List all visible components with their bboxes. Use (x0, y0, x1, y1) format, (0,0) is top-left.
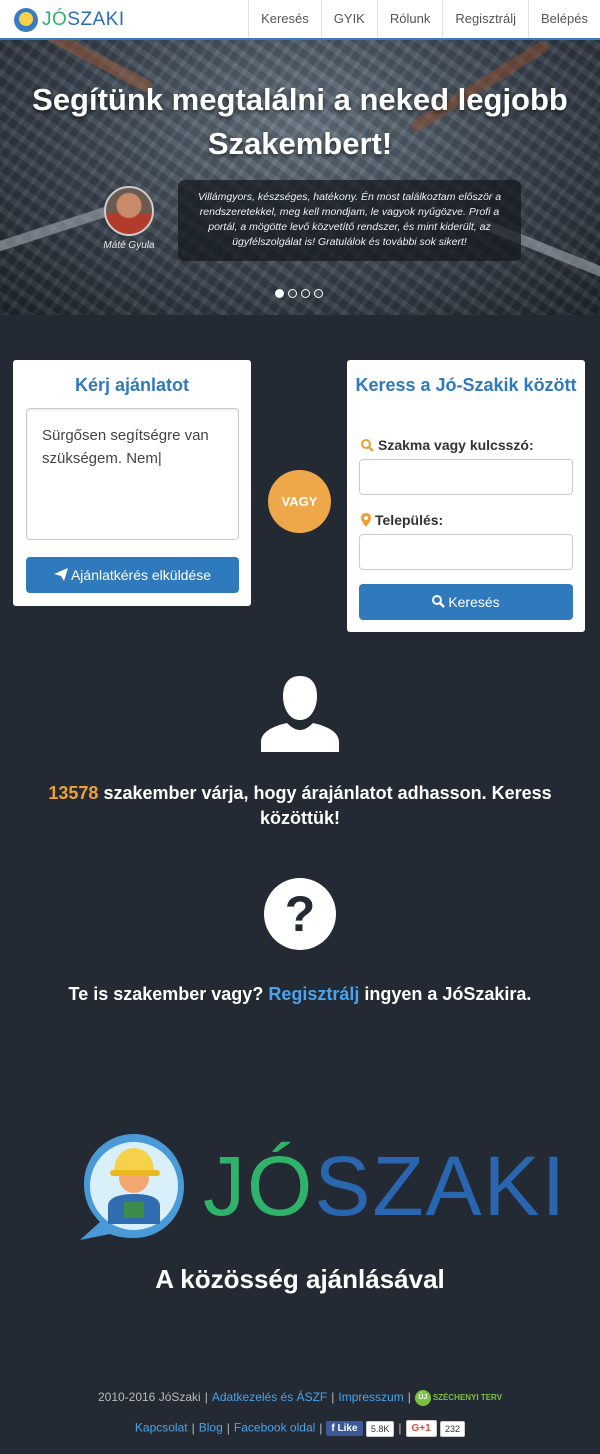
register-suffix: ingyen a JóSzakira. (359, 984, 532, 1004)
city-label: Település: (361, 512, 443, 528)
search-card-title: Keress a Jó-Szakik között (355, 375, 577, 395)
nav-item-gyik[interactable]: GYIK (320, 0, 377, 38)
google-plus-button[interactable]: G+1 (405, 1420, 437, 1437)
keyword-input[interactable] (359, 459, 573, 495)
facebook-like-label: Like (337, 1423, 358, 1434)
register-link[interactable]: Regisztrálj (268, 984, 359, 1004)
keyword-label: Szakma vagy kulcsszó: (361, 437, 534, 453)
specialist-count: 13578 (48, 783, 99, 803)
footer-link-blog[interactable]: Blog (199, 1421, 223, 1435)
register-prefix: Te is szakember vagy? (68, 984, 269, 1004)
search-button[interactable]: Keresés (359, 584, 573, 620)
worker-mascot-icon (80, 1134, 184, 1240)
send-request-label: Ajánlatkérés elküldése (70, 567, 212, 583)
request-offer-card: Kérj ajánlatot Sürgősen segítségre van s… (13, 360, 251, 606)
logo-icon (14, 8, 38, 32)
hero-title: Segítünk megtalálni a neked legjobb Szak… (32, 82, 568, 161)
carousel-indicators (275, 289, 323, 298)
carousel-dot[interactable] (301, 289, 310, 298)
city-label-text: Település: (375, 512, 444, 528)
map-marker-icon (361, 513, 371, 527)
testimonial-quote: Villámgyors, készséges, hatékony. Én mos… (178, 180, 521, 261)
stats-text: 13578 szakember várja, hogy árajánlatot … (20, 781, 580, 831)
search-card: Keress a Jó-Szakik között Szakma vagy ku… (347, 360, 585, 632)
nav-item-regisztralj[interactable]: Regisztrálj (442, 0, 528, 38)
search-icon (432, 595, 446, 608)
szechenyi-logo-icon: ÚJ (414, 1390, 431, 1406)
szechenyi-text: SZÉCHENYI TERV (432, 1393, 503, 1403)
site-logo[interactable]: JÓSZAKI (14, 7, 125, 33)
facebook-like-button[interactable]: f Like (326, 1421, 363, 1436)
request-card-title: Kérj ajánlatot (74, 375, 190, 395)
copyright: 2010-2016 JóSzaki (97, 1390, 201, 1405)
carousel-dot[interactable] (314, 289, 323, 298)
question-icon: ? (264, 878, 336, 950)
hero-carousel: Segítünk megtalálni a neked legjobb Szak… (0, 40, 600, 315)
nav-item-rolunk[interactable]: Rólunk (376, 0, 442, 38)
request-textarea[interactable]: Sürgősen segítségre van szükségem. Nem| (26, 408, 239, 540)
send-request-button[interactable]: Ajánlatkérés elküldése (26, 557, 239, 593)
footer-link-contact[interactable]: Kapcsolat (135, 1421, 188, 1435)
big-logo-text: JÓSZAKI (203, 1139, 568, 1233)
main-nav: Keresés GYIK Rólunk Regisztrálj Belépés (248, 0, 600, 38)
nav-item-kereses[interactable]: Keresés (248, 0, 321, 38)
nav-item-belepes[interactable]: Belépés (528, 0, 600, 38)
carousel-dot[interactable] (275, 289, 284, 298)
register-prompt: Te is szakember vagy? Regisztrálj ingyen… (20, 982, 580, 1007)
navbar: JÓSZAKI Keresés GYIK Rólunk Regisztrálj … (0, 0, 600, 40)
tagline: A közösség ajánlásával (155, 1264, 445, 1294)
szechenyi-badge[interactable]: ÚJ SZÉCHENYI TERV (414, 1390, 503, 1406)
paper-plane-icon (53, 568, 68, 581)
big-logo: JÓSZAKI (78, 1130, 565, 1245)
google-plus-count: 232 (440, 1420, 466, 1437)
keyword-label-text: Szakma vagy kulcsszó: (378, 437, 534, 453)
or-badge: VAGY (268, 470, 331, 533)
testimonial-avatar (104, 186, 154, 236)
testimonial-author: Máté Gyula (103, 240, 155, 251)
footer-row-1: 2010-2016 JóSzaki | Adatkezelés és ÁSZF | Im… (97, 1390, 503, 1406)
search-button-label: Keresés (448, 594, 500, 610)
footer-link-facebook[interactable]: Facebook oldal (234, 1421, 315, 1435)
user-icon (261, 676, 339, 752)
facebook-like-count: 5.8K (365, 1420, 395, 1437)
search-icon (361, 439, 374, 452)
footer-link-impressum[interactable]: Impresszum (338, 1390, 403, 1404)
footer-link-terms[interactable]: Adatkezelés és ÁSZF (212, 1390, 327, 1404)
footer-row-2: Kapcsolat | Blog | Facebook oldal | f Like 5.8… (0, 1420, 600, 1437)
stats-description: szakember várja, hogy árajánlatot adhass… (103, 783, 552, 828)
city-input[interactable] (359, 534, 573, 570)
carousel-dot[interactable] (288, 289, 297, 298)
logo-text: JÓSZAKI (42, 9, 125, 30)
